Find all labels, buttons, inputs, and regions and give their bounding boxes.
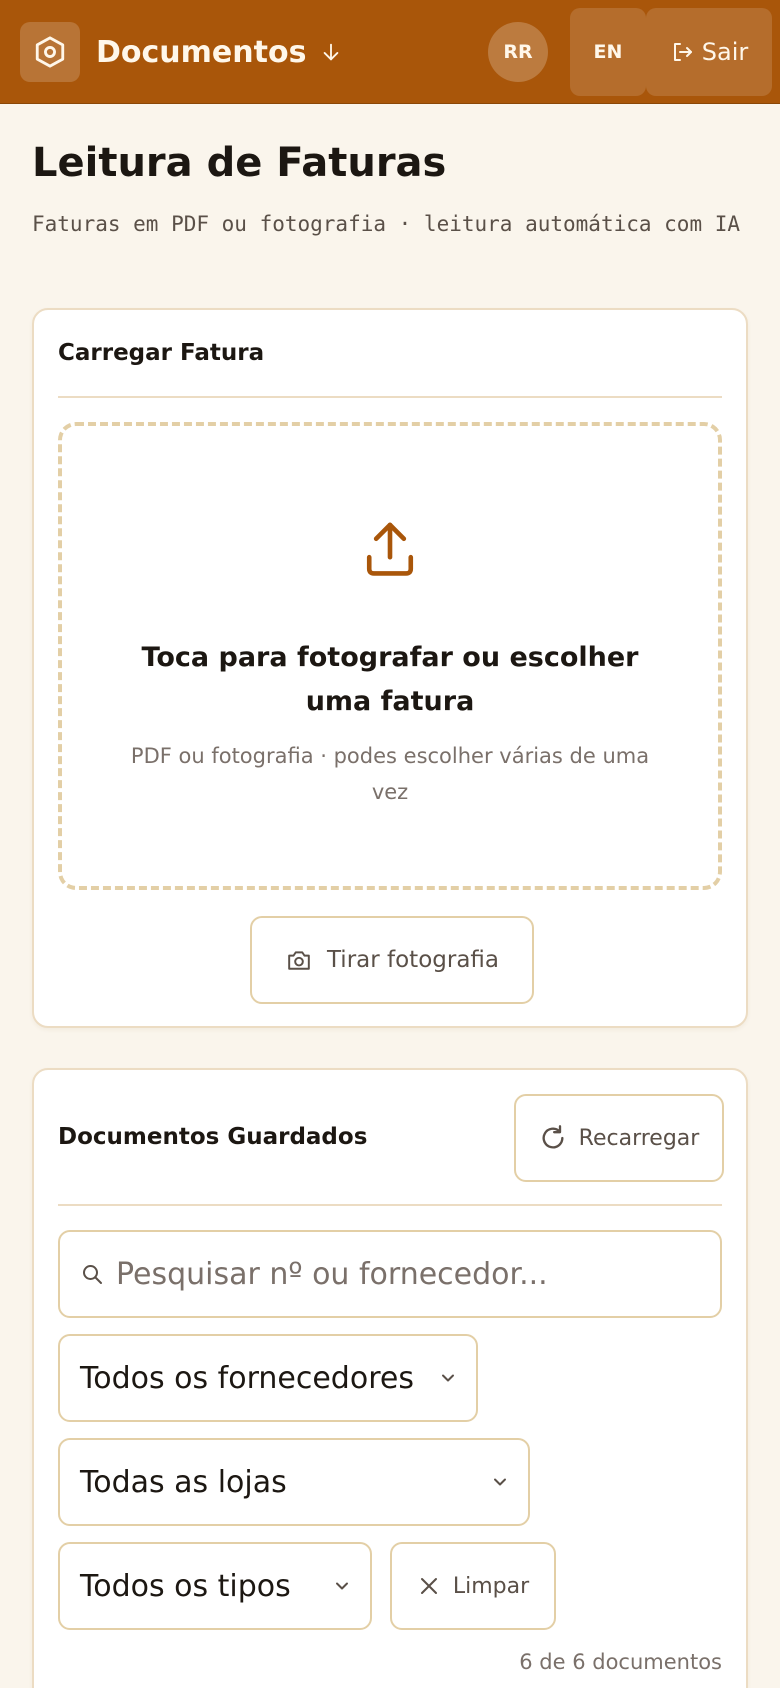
language-toggle-button[interactable]: EN: [570, 8, 646, 96]
top-bar: Documentos RR EN Sair: [0, 0, 780, 104]
chevron-down-icon: [494, 1478, 506, 1486]
saved-documents-card: Documentos Guardados Recarregar Todos os…: [32, 1068, 748, 1688]
store-filter-value: Todas as lojas: [80, 1464, 287, 1500]
upload-invoice-card: Carregar Fatura Toca para fotografar ou …: [32, 308, 748, 1028]
card-divider: [58, 396, 722, 398]
arrow-down-icon: [324, 43, 339, 61]
refresh-icon: [542, 1125, 564, 1149]
chevron-down-icon: [442, 1374, 454, 1382]
take-photo-label: Tirar fotografia: [326, 947, 500, 973]
documents-count: 6 de 6 documentos: [519, 1650, 722, 1674]
app-title: Documentos: [96, 34, 307, 70]
page-subtitle: Faturas em PDF ou fotografia · leitura a…: [32, 212, 741, 236]
user-avatar[interactable]: RR: [488, 22, 548, 82]
upload-card-title: Carregar Fatura: [58, 340, 265, 366]
dropzone-title: Toca para fotografar ou escolher uma fat…: [141, 642, 639, 717]
search-input[interactable]: [116, 1256, 706, 1292]
upload-dropzone[interactable]: Toca para fotografar ou escolher uma fat…: [58, 422, 722, 890]
supplier-filter-select[interactable]: Todos os fornecedores: [58, 1334, 478, 1422]
close-icon: [420, 1578, 437, 1594]
upload-icon: [366, 522, 414, 576]
app-title-switcher[interactable]: Documentos: [96, 28, 342, 76]
card-divider: [58, 1204, 722, 1206]
search-field[interactable]: [58, 1230, 722, 1318]
type-filter-select[interactable]: Todos os tipos: [58, 1542, 372, 1630]
reload-label: Recarregar: [578, 1125, 700, 1151]
take-photo-button[interactable]: Tirar fotografia: [250, 916, 534, 1004]
store-filter-select[interactable]: Todas as lojas: [58, 1438, 530, 1526]
chevron-down-icon: [336, 1582, 348, 1590]
clear-filters-button[interactable]: Limpar: [390, 1542, 556, 1630]
camera-icon: [288, 951, 310, 970]
hexagon-logo-icon: [35, 36, 65, 68]
type-filter-value: Todos os tipos: [80, 1568, 291, 1604]
reload-button[interactable]: Recarregar: [514, 1094, 724, 1182]
logout-button[interactable]: Sair: [646, 8, 772, 96]
logout-label: Sair: [701, 38, 749, 66]
search-icon: [83, 1265, 102, 1284]
clear-filters-label: Limpar: [452, 1573, 530, 1599]
supplier-filter-value: Todos os fornecedores: [80, 1360, 414, 1396]
app-logo[interactable]: [20, 22, 80, 82]
logout-icon: [673, 43, 692, 61]
page-title: Leitura de Faturas: [32, 140, 447, 186]
dropzone-hint: PDF ou fotografia · podes escolher vária…: [130, 744, 650, 804]
documents-card-title: Documentos Guardados: [58, 1124, 368, 1150]
